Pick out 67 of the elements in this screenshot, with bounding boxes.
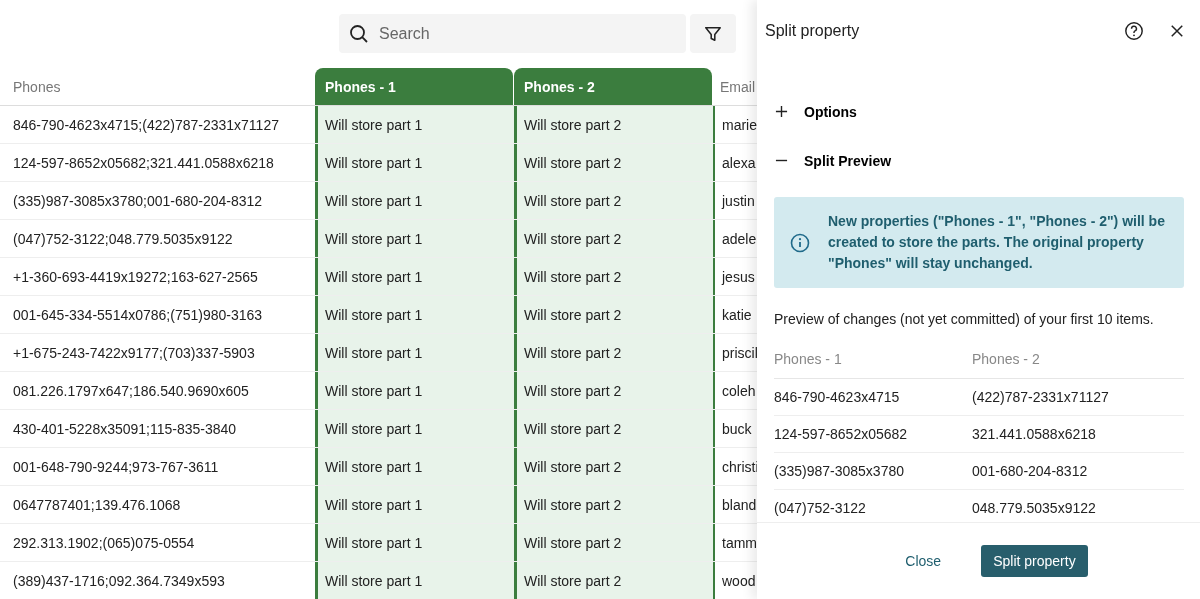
split-button[interactable]: Split property xyxy=(981,545,1088,577)
table-cell: Will store part 1 xyxy=(315,524,514,561)
table-cell: Will store part 2 xyxy=(514,258,713,295)
info-text: New properties ("Phones - 1", "Phones - 2") will be created to store the parts. The original property "Phones" will stay unchanged. xyxy=(828,212,1166,273)
table-cell: Will store part 2 xyxy=(514,220,713,257)
section-toggle[interactable]: Options xyxy=(769,87,863,136)
column-header[interactable]: Phones xyxy=(0,68,315,105)
column-header[interactable]: Phones - 2 xyxy=(514,68,712,105)
table-cell-text: 846-790-4623x4715 xyxy=(774,388,901,407)
table-cell: Will store part 2 xyxy=(514,182,713,219)
preview-caption: Preview of changes (not yet committed) of your first 10 items. xyxy=(774,311,1155,327)
table-cell-text: 124-597-8652x05682 xyxy=(774,425,909,444)
table-cell-text: 001-645-334-5514x0786;(751)980-3163 xyxy=(12,305,264,325)
table-cell-text: (047)752-3122 xyxy=(774,499,867,518)
table-cell-text: +1-675-243-7422x9177;(703)337-5903 xyxy=(12,343,256,363)
plus-icon xyxy=(775,105,788,118)
table-cell: Will store part 1 xyxy=(315,562,514,599)
column-header[interactable]: Phones - 1 xyxy=(315,68,513,105)
table-cell-text: (422)787-2331x71127 xyxy=(972,388,1110,407)
table-cell: Will store part 2 xyxy=(514,410,713,447)
column-header: Phones - 1 xyxy=(774,349,843,369)
table-cell: Will store part 1 xyxy=(315,220,514,257)
table-cell-text: 0647787401;139.476.1068 xyxy=(12,495,182,515)
table-cell-text: (335)987-3085x3780 xyxy=(774,462,905,481)
table-cell-text: 001-648-790-9244;973-767-3611 xyxy=(12,457,220,477)
table-cell-text: +1-360-693-4419x19272;163-627-2565 xyxy=(12,267,259,287)
table-cell-text: 430-401-5228x35091;115-835-3840 xyxy=(12,419,238,439)
column-header[interactable]: Email xyxy=(713,68,757,105)
table-cell-text: (335)987-3085x3780;001-680-204-8312 xyxy=(12,191,264,211)
table-cell-text: 048.779.5035x9122 xyxy=(972,499,1097,518)
close-button[interactable]: Close xyxy=(899,545,948,577)
table-cell: Will store part 2 xyxy=(514,486,713,523)
search-field[interactable]: Search xyxy=(339,14,686,53)
table-cell: Will store part 1 xyxy=(315,334,514,371)
table-cell: Will store part 1 xyxy=(315,486,514,523)
help-icon xyxy=(1124,21,1144,41)
table-cell: Will store part 1 xyxy=(315,106,514,143)
table-cell: Will store part 2 xyxy=(514,562,713,599)
close-icon xyxy=(1170,24,1184,38)
table-cell: Will store part 1 xyxy=(315,448,514,485)
table-cell-text: 321.441.0588x6218 xyxy=(972,425,1097,444)
table-cell: Will store part 1 xyxy=(315,258,514,295)
table-cell-text: 081.226.1797x647;186.540.9690x605 xyxy=(12,381,250,401)
table-cell: Will store part 1 xyxy=(315,410,514,447)
table-cell-text: (047)752-3122;048.779.5035x9122 xyxy=(12,229,234,249)
table-cell: Will store part 1 xyxy=(315,296,514,333)
table-cell: Will store part 2 xyxy=(514,524,713,561)
table-cell: Will store part 1 xyxy=(315,144,514,181)
table-cell: Will store part 1 xyxy=(315,372,514,409)
table-cell: Will store part 2 xyxy=(514,372,713,409)
table-cell: Will store part 2 xyxy=(514,334,713,371)
table-cell-text: (389)437-1716;092.364.7349x593 xyxy=(12,571,226,591)
filter-icon xyxy=(704,24,722,43)
table-cell-text: 292.313.1902;(065)075-0554 xyxy=(12,533,196,553)
info-icon xyxy=(790,232,810,253)
filter-button[interactable] xyxy=(690,14,736,53)
table-cell: Will store part 1 xyxy=(315,182,514,219)
table-cell: Will store part 2 xyxy=(514,448,713,485)
column-header: Phones - 2 xyxy=(972,349,1041,369)
panel-title: Split property xyxy=(765,22,861,40)
table-cell: Will store part 2 xyxy=(514,106,713,143)
table-cell-text: 124-597-8652x05682;321.441.0588x6218 xyxy=(12,153,275,173)
table-cell-text: 846-790-4623x4715;(422)787-2331x71127 xyxy=(12,115,280,135)
table-cell-text: 001-680-204-8312 xyxy=(972,462,1089,481)
section-toggle[interactable]: Split Preview xyxy=(769,136,898,185)
table-cell: Will store part 2 xyxy=(514,144,713,181)
table-cell: Will store part 2 xyxy=(514,296,713,333)
